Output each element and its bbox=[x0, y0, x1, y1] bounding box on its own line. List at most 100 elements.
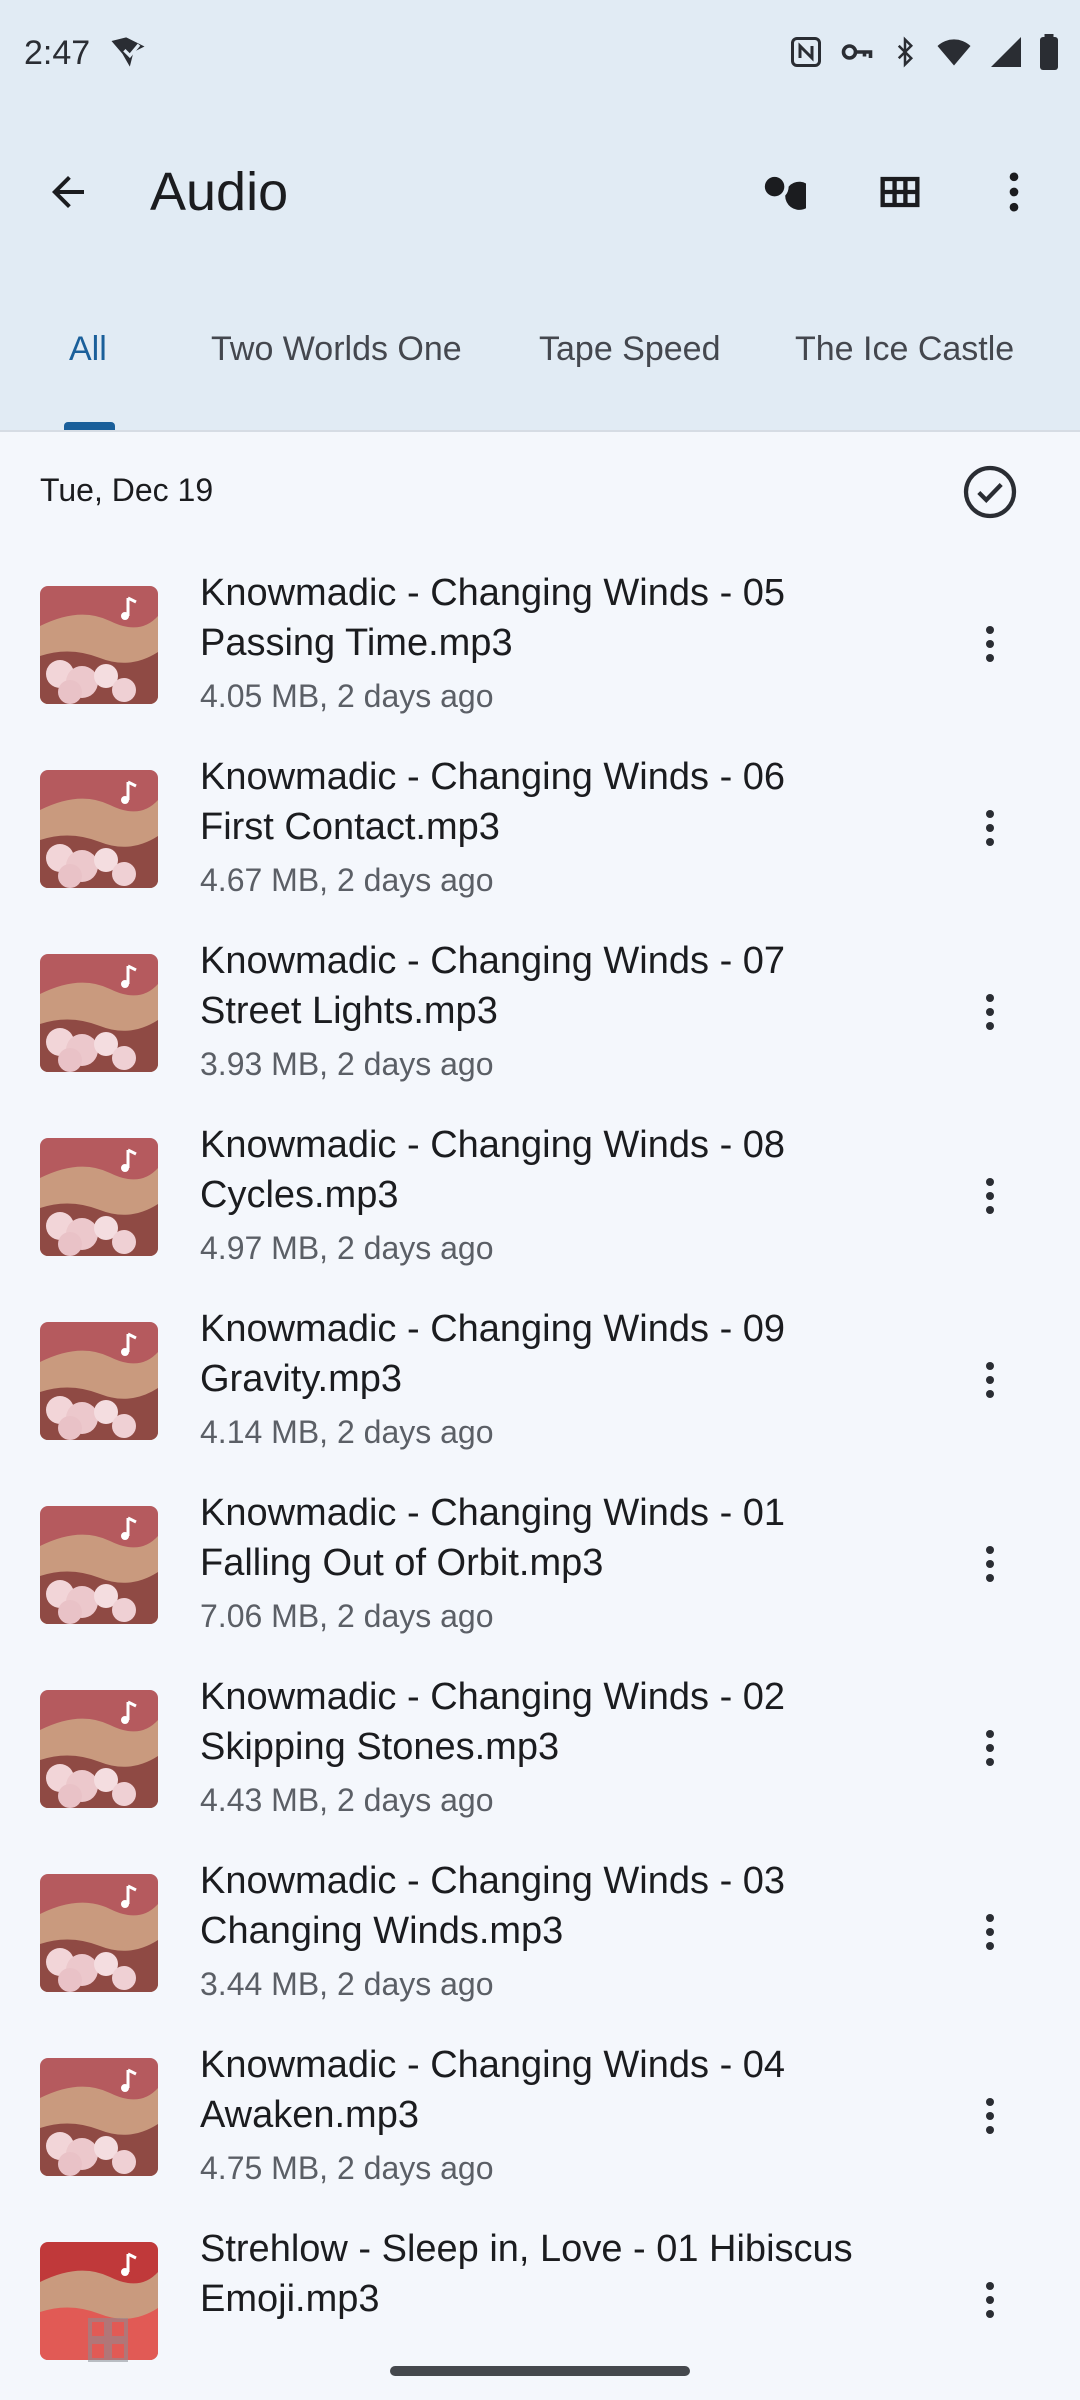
file-name-line-2: First Contact.mp3 bbox=[200, 806, 500, 848]
list-item[interactable]: Knowmadic - Changing Winds - 09 Gravity.m… bbox=[0, 1288, 1080, 1472]
file-name: Strehlow - Sleep in, Love - 01 Hibiscus E… bbox=[200, 2224, 920, 2324]
list-item[interactable]: Knowmadic - Changing Winds - 05 Passing T… bbox=[0, 552, 1080, 736]
list-item[interactable]: Knowmadic - Changing Winds - 07 Street Li… bbox=[0, 920, 1080, 1104]
cell-signal-icon bbox=[988, 34, 1024, 70]
search-button[interactable] bbox=[742, 154, 818, 230]
album-art-thumbnail bbox=[40, 770, 158, 888]
file-meta: 4.05 MB, 2 days ago bbox=[200, 678, 494, 714]
app-bar: Audio bbox=[0, 140, 1080, 244]
grid-view-button[interactable] bbox=[862, 154, 938, 230]
file-name-line-1: Knowmadic - Changing Winds - 05 bbox=[200, 572, 786, 614]
file-name: Knowmadic - Changing Winds - 07 Street Li… bbox=[200, 936, 920, 1036]
file-meta: 4.75 MB, 2 days ago bbox=[200, 2150, 494, 2186]
back-arrow-icon bbox=[52, 176, 84, 208]
date-section-header: Tue, Dec 19 bbox=[0, 450, 1080, 534]
list-item[interactable]: Knowmadic - Changing Winds - 06 First Con… bbox=[0, 736, 1080, 920]
file-name-line-2: Street Lights.mp3 bbox=[200, 990, 498, 1032]
file-name-line-1: Knowmadic - Changing Winds - 04 bbox=[200, 2044, 786, 2086]
more-options-button[interactable] bbox=[976, 154, 1052, 230]
back-button[interactable] bbox=[30, 154, 106, 230]
file-meta: 4.14 MB, 2 days ago bbox=[200, 1414, 494, 1450]
more-vert-icon bbox=[986, 2098, 994, 2134]
album-art-thumbnail bbox=[40, 1322, 158, 1440]
file-name-line-1: Knowmadic - Changing Winds - 01 bbox=[200, 1492, 786, 1534]
file-more-button[interactable] bbox=[962, 972, 1018, 1052]
file-meta: 4.97 MB, 2 days ago bbox=[200, 1230, 494, 1266]
tab-all[interactable]: All bbox=[69, 330, 107, 369]
file-name-line-2: Cycles.mp3 bbox=[200, 1174, 399, 1216]
album-art-thumbnail bbox=[40, 1138, 158, 1256]
file-more-button[interactable] bbox=[962, 1708, 1018, 1788]
album-art-thumbnail bbox=[40, 2058, 158, 2176]
file-meta: 3.93 MB, 2 days ago bbox=[200, 1046, 494, 1082]
gesture-nav-handle[interactable] bbox=[390, 2366, 690, 2376]
album-art-thumbnail bbox=[40, 586, 158, 704]
bluetooth-icon bbox=[890, 34, 920, 70]
file-name: Knowmadic - Changing Winds - 03 Changing … bbox=[200, 1856, 920, 1956]
more-vert-icon bbox=[986, 1546, 994, 1582]
album-art-thumbnail bbox=[40, 1506, 158, 1624]
search-icon bbox=[764, 176, 806, 210]
select-all-button[interactable] bbox=[958, 460, 1022, 524]
list-item[interactable]: Knowmadic - Changing Winds - 08 Cycles.mp… bbox=[0, 1104, 1080, 1288]
vpn-key-icon bbox=[838, 34, 876, 70]
file-meta: 7.06 MB, 2 days ago bbox=[200, 1598, 494, 1634]
file-name-line-1: Knowmadic - Changing Winds - 07 bbox=[200, 940, 786, 982]
battery-icon bbox=[1038, 34, 1060, 70]
section-date: Tue, Dec 19 bbox=[40, 472, 214, 508]
file-more-button[interactable] bbox=[962, 1340, 1018, 1420]
list-item[interactable]: Knowmadic - Changing Winds - 01 Falling O… bbox=[0, 1472, 1080, 1656]
file-name-line-2: Changing Winds.mp3 bbox=[200, 1910, 564, 1952]
more-vert-icon bbox=[986, 2282, 994, 2318]
file-more-button[interactable] bbox=[962, 604, 1018, 684]
grid-view-icon bbox=[88, 2318, 128, 2362]
more-vert-icon bbox=[986, 1178, 994, 1214]
file-more-button[interactable] bbox=[962, 1156, 1018, 1236]
active-tab-indicator bbox=[64, 422, 115, 430]
file-meta: 4.43 MB, 2 days ago bbox=[200, 1782, 494, 1818]
list-item[interactable]: Knowmadic - Changing Winds - 04 Awaken.mp… bbox=[0, 2024, 1080, 2208]
page-title: Audio bbox=[150, 162, 289, 222]
file-name-line-1: Knowmadic - Changing Winds - 06 bbox=[200, 756, 786, 798]
album-art-thumbnail bbox=[40, 954, 158, 1072]
file-name: Knowmadic - Changing Winds - 06 First Con… bbox=[200, 752, 920, 852]
file-name-line-1: Knowmadic - Changing Winds - 09 bbox=[200, 1308, 786, 1350]
file-name: Knowmadic - Changing Winds - 01 Falling O… bbox=[200, 1488, 920, 1588]
status-time: 2:47 bbox=[24, 34, 91, 72]
file-name: Knowmadic - Changing Winds - 04 Awaken.mp… bbox=[200, 2040, 920, 2140]
tab-tape-speed[interactable]: Tape Speed bbox=[539, 330, 721, 369]
tab-bar: All Two Worlds One Tape Speed The Ice Ca… bbox=[0, 300, 1080, 430]
file-more-button[interactable] bbox=[962, 1524, 1018, 1604]
status-bar: 2:47 bbox=[0, 0, 1080, 112]
more-vert-icon bbox=[986, 1914, 994, 1950]
file-meta: 3.44 MB, 2 days ago bbox=[200, 1966, 494, 2002]
nfc-icon bbox=[788, 34, 824, 70]
more-vert-icon bbox=[986, 1730, 994, 1766]
list-item[interactable]: Strehlow - Sleep in, Love - 01 Hibiscus E… bbox=[0, 2208, 1080, 2392]
file-name-line-2: Gravity.mp3 bbox=[200, 1358, 403, 1400]
list-item[interactable]: Knowmadic - Changing Winds - 02 Skipping … bbox=[0, 1656, 1080, 1840]
file-more-button[interactable] bbox=[962, 788, 1018, 868]
more-vert-icon bbox=[1009, 172, 1019, 212]
file-more-button[interactable] bbox=[962, 1892, 1018, 1972]
tab-two-worlds-one[interactable]: Two Worlds One bbox=[211, 330, 462, 369]
file-name-line-2: Awaken.mp3 bbox=[200, 2094, 419, 2136]
more-vert-icon bbox=[986, 810, 994, 846]
file-name-line-2: Skipping Stones.mp3 bbox=[200, 1726, 560, 1768]
album-art-thumbnail bbox=[40, 1874, 158, 1992]
tab-the-ice-castle[interactable]: The Ice Castle bbox=[795, 330, 1014, 369]
file-name-line-1: Knowmadic - Changing Winds - 03 bbox=[200, 1860, 786, 1902]
file-more-button[interactable] bbox=[962, 2076, 1018, 2156]
file-meta: 4.67 MB, 2 days ago bbox=[200, 862, 494, 898]
album-art-thumbnail bbox=[40, 1690, 158, 1808]
file-name: Knowmadic - Changing Winds - 08 Cycles.mp… bbox=[200, 1120, 920, 1220]
more-vert-icon bbox=[986, 994, 994, 1030]
grid-view-icon bbox=[880, 176, 920, 208]
check-circle-icon bbox=[963, 465, 1017, 519]
file-name: Knowmadic - Changing Winds - 09 Gravity.m… bbox=[200, 1304, 920, 1404]
wifi-icon bbox=[934, 34, 974, 70]
file-more-button[interactable] bbox=[962, 2260, 1018, 2340]
tabs-divider bbox=[0, 430, 1080, 432]
file-name-line-1: Knowmadic - Changing Winds - 08 bbox=[200, 1124, 786, 1166]
list-item[interactable]: Knowmadic - Changing Winds - 03 Changing … bbox=[0, 1840, 1080, 2024]
